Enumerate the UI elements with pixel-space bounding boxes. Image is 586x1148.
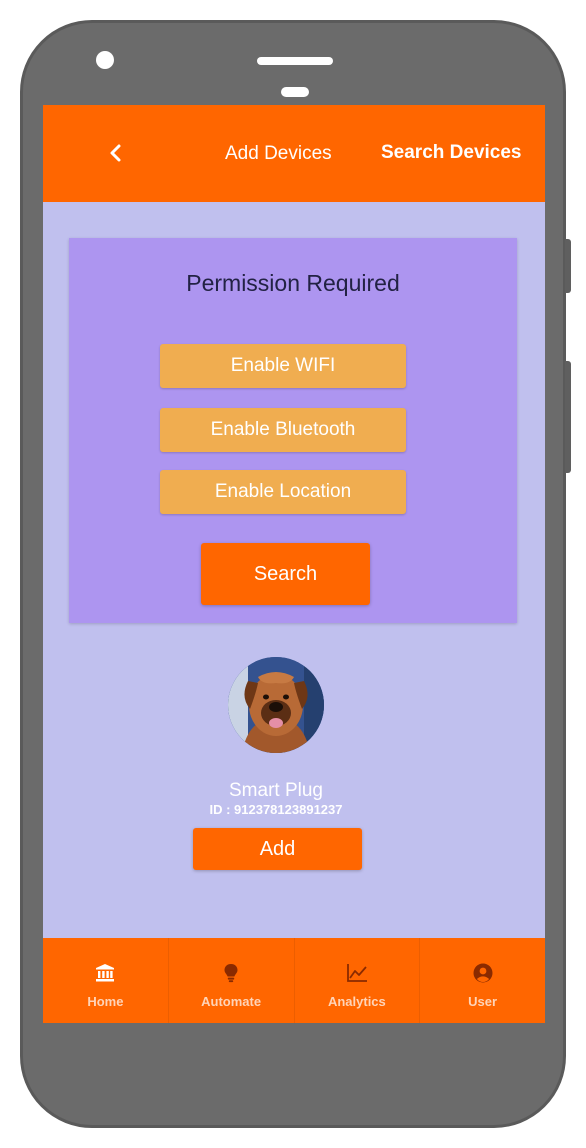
front-camera — [96, 51, 114, 69]
add-device-button[interactable]: Add — [193, 828, 362, 870]
user-circle-icon — [472, 962, 494, 984]
speaker-grille — [257, 57, 333, 65]
dog-photo-icon — [228, 657, 324, 753]
app-screen: Add Devices Search Devices Permission Re… — [43, 105, 545, 1023]
phone-frame: Add Devices Search Devices Permission Re… — [20, 20, 571, 1128]
enable-wifi-button[interactable]: Enable WIFI — [160, 344, 406, 388]
nav-item-user[interactable]: User — [420, 938, 545, 1023]
device-avatar — [228, 657, 324, 753]
search-button[interactable]: Search — [201, 543, 370, 605]
bottom-navigation: Home Automate Analytics User — [43, 938, 545, 1023]
nav-item-analytics[interactable]: Analytics — [295, 938, 421, 1023]
nav-item-automate[interactable]: Automate — [169, 938, 295, 1023]
bank-icon — [94, 962, 116, 984]
device-name: Smart Plug — [229, 780, 323, 801]
enable-bluetooth-button[interactable]: Enable Bluetooth — [160, 408, 406, 452]
tab-search-devices[interactable]: Search Devices — [381, 140, 522, 166]
enable-location-button[interactable]: Enable Location — [160, 470, 406, 514]
nav-label-analytics: Analytics — [327, 994, 386, 1009]
nav-label-automate: Automate — [201, 994, 262, 1009]
top-app-bar: Add Devices Search Devices — [43, 105, 545, 202]
nav-item-home[interactable]: Home — [43, 938, 169, 1023]
volume-side-button — [565, 361, 571, 473]
lightbulb-icon — [220, 962, 242, 984]
chevron-left-icon[interactable] — [103, 141, 127, 165]
power-side-button — [565, 239, 571, 293]
chart-line-icon — [346, 962, 368, 984]
proximity-sensor — [281, 87, 309, 97]
device-id: ID : 912378123891237 — [209, 802, 343, 817]
permission-title: Permission Required — [186, 270, 400, 296]
nav-label-user: User — [468, 994, 498, 1009]
permission-card: Permission Required Enable WIFI Enable B… — [69, 238, 517, 623]
tab-add-devices[interactable]: Add Devices — [225, 141, 332, 167]
nav-label-home: Home — [87, 994, 124, 1009]
